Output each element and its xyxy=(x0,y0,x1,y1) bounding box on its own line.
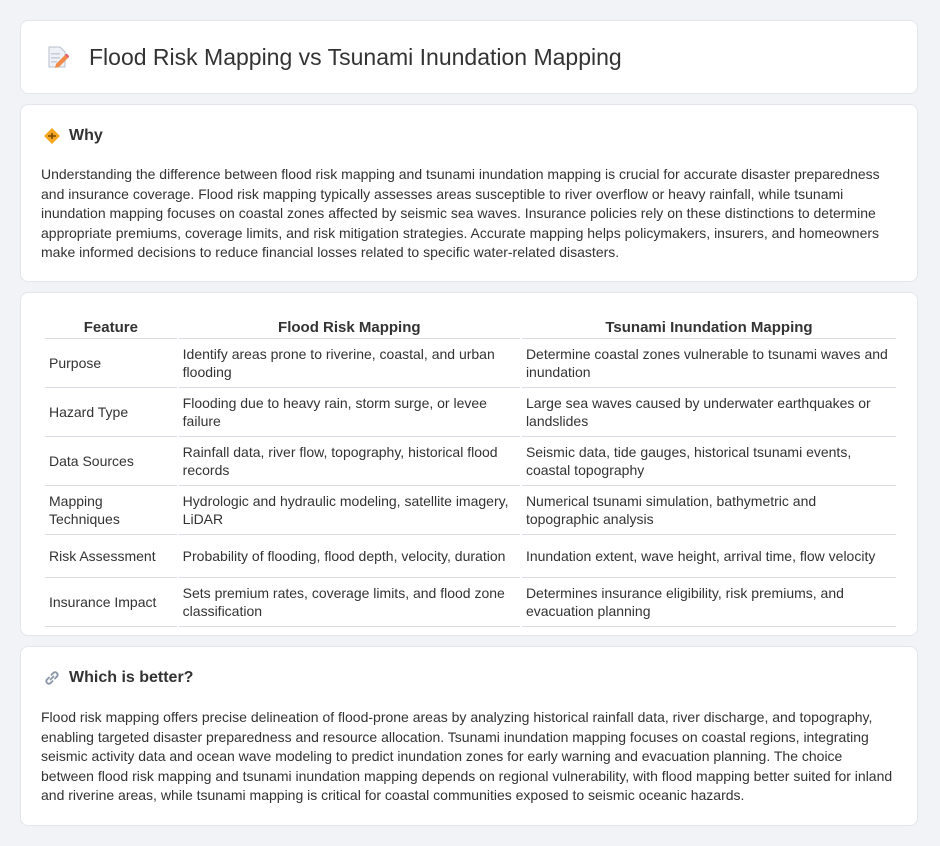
comparison-table: Feature Flood Risk Mapping Tsunami Inund… xyxy=(43,317,898,627)
table-row: Insurance Impact Sets premium rates, cov… xyxy=(45,578,896,627)
better-text: Flood risk mapping offers precise deline… xyxy=(41,709,893,804)
cell-feature: Data Sources xyxy=(45,437,177,486)
why-heading-row: Why xyxy=(43,127,103,145)
document-pencil-icon xyxy=(47,43,70,71)
title-card: Flood Risk Mapping vs Tsunami Inundation… xyxy=(20,20,918,94)
title-row: Flood Risk Mapping vs Tsunami Inundation… xyxy=(47,43,622,71)
cell-feature: Purpose xyxy=(45,339,177,388)
table-row: Risk Assessment Probability of flooding,… xyxy=(45,535,896,578)
cell-tsunami: Determines insurance eligibility, risk p… xyxy=(521,578,896,627)
better-card: Which is better? Flood risk mapping offe… xyxy=(20,646,918,826)
cell-tsunami: Determine coastal zones vulnerable to ts… xyxy=(521,339,896,388)
cell-feature: Risk Assessment xyxy=(45,535,177,578)
why-heading: Why xyxy=(69,127,103,144)
cell-flood: Flooding due to heavy rain, storm surge,… xyxy=(178,388,520,437)
table-row: Purpose Identify areas prone to riverine… xyxy=(45,339,896,388)
page-title: Flood Risk Mapping vs Tsunami Inundation… xyxy=(89,43,622,70)
cell-flood: Identify areas prone to riverine, coasta… xyxy=(178,339,520,388)
table-row: Hazard Type Flooding due to heavy rain, … xyxy=(45,388,896,437)
better-heading: Which is better? xyxy=(69,669,194,686)
cell-tsunami: Numerical tsunami simulation, bathymetri… xyxy=(521,486,896,535)
why-text: Understanding the difference between flo… xyxy=(41,166,880,261)
cell-tsunami: Seismic data, tide gauges, historical ts… xyxy=(521,437,896,486)
cell-feature: Mapping Techniques xyxy=(45,486,177,535)
why-card: Why Understanding the difference between… xyxy=(20,104,918,282)
cell-flood: Sets premium rates, coverage limits, and… xyxy=(178,578,520,627)
cell-flood: Hydrologic and hydraulic modeling, satel… xyxy=(178,486,520,535)
header-flood: Flood Risk Mapping xyxy=(178,317,520,339)
cell-feature: Insurance Impact xyxy=(45,578,177,627)
cell-flood: Rainfall data, river flow, topography, h… xyxy=(178,437,520,486)
table-row: Data Sources Rainfall data, river flow, … xyxy=(45,437,896,486)
better-heading-row: Which is better? xyxy=(43,669,193,687)
diamond-warning-icon xyxy=(43,127,61,145)
table-row: Mapping Techniques Hydrologic and hydrau… xyxy=(45,486,896,535)
header-feature: Feature xyxy=(45,317,177,339)
link-icon xyxy=(43,669,61,687)
header-tsunami: Tsunami Inundation Mapping xyxy=(521,317,896,339)
cell-flood: Probability of flooding, flood depth, ve… xyxy=(178,535,520,578)
comparison-card: Feature Flood Risk Mapping Tsunami Inund… xyxy=(20,292,918,636)
cell-feature: Hazard Type xyxy=(45,388,177,437)
cell-tsunami: Large sea waves caused by underwater ear… xyxy=(521,388,896,437)
cell-tsunami: Inundation extent, wave height, arrival … xyxy=(521,535,896,578)
table-header-row: Feature Flood Risk Mapping Tsunami Inund… xyxy=(45,317,896,339)
